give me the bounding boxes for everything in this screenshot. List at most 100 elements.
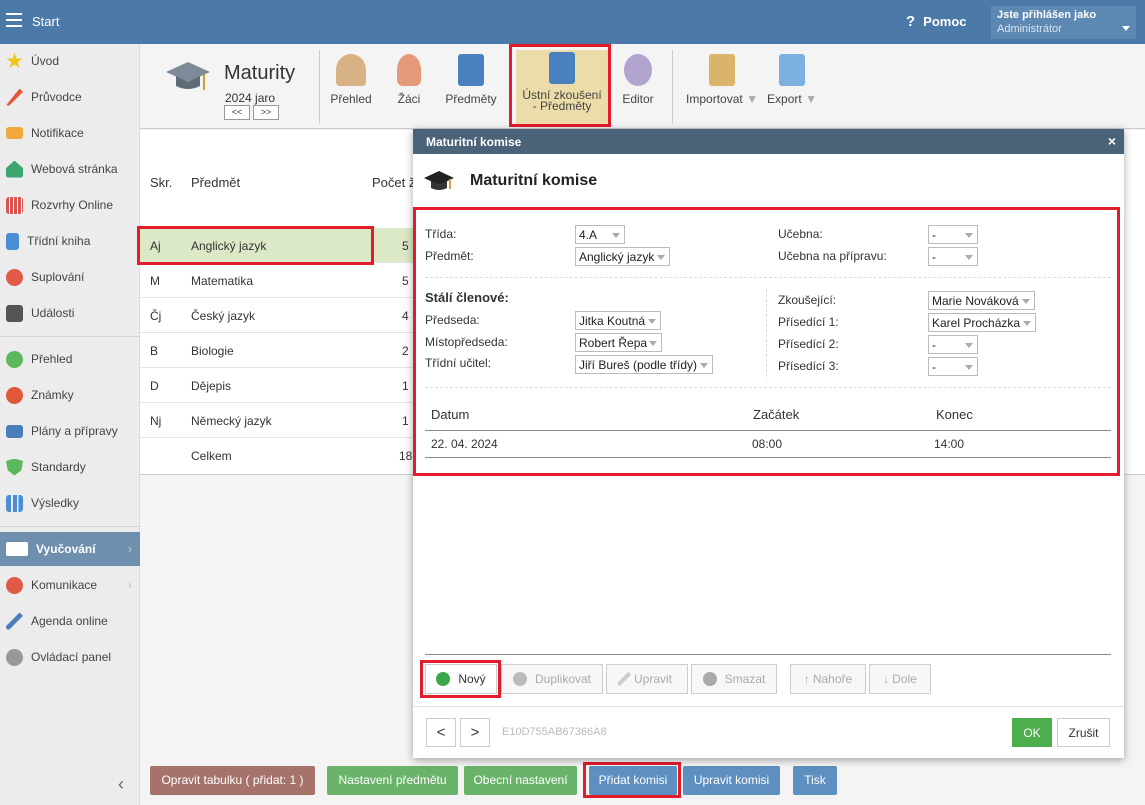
sidebar-item-rozvrhy[interactable]: Rozvrhy Online: [0, 188, 140, 222]
user-label: Jste přihlášen jako: [997, 9, 1097, 21]
highlight-pridat-komisi: [583, 762, 681, 798]
close-icon[interactable]: ×: [1108, 133, 1116, 149]
sidebar-item-prehled[interactable]: Přehled: [0, 342, 140, 376]
dropdown-caret-icon: ▼: [746, 92, 758, 106]
sidebar-item-udalosti[interactable]: Události: [0, 296, 140, 330]
wand-icon: [6, 88, 23, 106]
sidebar-item-agenda[interactable]: Agenda online: [0, 604, 140, 638]
tisk-button[interactable]: Tisk: [793, 766, 837, 795]
sidebar-item-komunikace[interactable]: Komunikace ›: [0, 568, 140, 602]
shield-icon: [6, 458, 23, 476]
upravit-button[interactable]: Upravit: [606, 664, 688, 694]
book-icon: [458, 54, 484, 86]
gear-icon: [6, 648, 23, 666]
duplikovat-button[interactable]: Duplikovat: [501, 664, 603, 694]
user-name: Administrátor: [997, 23, 1062, 35]
highlight-novy-button: [420, 660, 501, 698]
dialog-title: Maturitní komise: [470, 172, 598, 189]
sidebar-item-uvod[interactable]: Úvod: [0, 44, 140, 78]
zrusit-button[interactable]: Zrušit: [1057, 718, 1110, 747]
list-bottom-line: [425, 654, 1111, 655]
gears-icon: [624, 54, 652, 86]
sidebar-item-tridni-kniha[interactable]: Třídní kniha: [0, 224, 140, 258]
check-circle-icon: [6, 350, 23, 368]
ok-button[interactable]: OK: [1012, 718, 1052, 747]
sidebar-item-notifikace[interactable]: Notifikace: [0, 116, 140, 150]
student-icon: [397, 54, 421, 86]
highlight-form-area: [413, 207, 1120, 476]
table-row[interactable]: M Matematika 5: [140, 263, 413, 298]
prehled-button[interactable]: Přehled: [327, 52, 375, 122]
students-icon: [336, 54, 366, 86]
import-arrow-icon: [709, 54, 735, 86]
start-link[interactable]: Start: [32, 14, 59, 29]
period-label: 2024 jaro: [225, 91, 276, 105]
ribbon-divider: [319, 50, 320, 124]
sidebar-item-standardy[interactable]: Standardy: [0, 450, 140, 484]
zaci-button[interactable]: Žáci: [391, 52, 427, 122]
sidebar-item-znamky[interactable]: Známky: [0, 378, 140, 412]
arrow-down-icon: ↓: [883, 672, 890, 686]
table-row[interactable]: B Biologie 2: [140, 333, 413, 368]
chat-icon: [6, 576, 23, 594]
page-title: Maturity: [224, 62, 296, 84]
table-row[interactable]: Čj Český jazyk 4: [140, 298, 413, 333]
editor-button[interactable]: Editor: [620, 52, 656, 122]
opravit-tabulku-button[interactable]: Opravit tabulku ( přidat: 1 ): [150, 766, 315, 795]
column-header-pocet: Počet ž: [372, 175, 416, 190]
highlight-ustni-zkouseni: [509, 44, 611, 127]
table-row[interactable]: Nj Německý jazyk 1: [140, 403, 413, 438]
pencil-icon: [616, 671, 632, 687]
column-header-predmet: Předmět: [191, 175, 241, 190]
bar-chart-icon: [6, 494, 23, 512]
delete-icon: [702, 672, 717, 686]
calendar-grid-icon: [6, 196, 23, 214]
sidebar-item-webova-stranka[interactable]: Webová stránka: [0, 152, 140, 186]
table-total-row: Celkem 18: [191, 449, 413, 463]
nahore-button[interactable]: ↑ Nahoře: [790, 664, 866, 694]
next-period-button[interactable]: >>: [253, 105, 279, 120]
sidebar-item-vysledky[interactable]: Výsledky: [0, 486, 140, 520]
sidebar-item-plany[interactable]: Plány a přípravy: [0, 414, 140, 448]
obecni-nastaveni-button[interactable]: Obecní nastavení: [464, 766, 577, 795]
sidebar-item-pruvodce[interactable]: Průvodce: [0, 80, 140, 114]
graduation-cap-icon: [166, 62, 210, 90]
top-bar: Start ? Pomoc Jste přihlášen jako Adminis…: [0, 0, 1145, 44]
prev-button[interactable]: <: [426, 718, 456, 747]
briefcase-icon: [6, 424, 23, 438]
sidebar-item-vyucovani[interactable]: Vyučování ›: [0, 532, 140, 566]
highlight-selected-row: [137, 226, 374, 265]
importovat-button[interactable]: Importovat ▼: [685, 52, 759, 122]
question-icon: ?: [906, 13, 916, 30]
nastaveni-predmetu-button[interactable]: Nastavení předmětu: [327, 766, 458, 795]
sidebar-item-suplovani[interactable]: Suplování: [0, 260, 140, 294]
prev-period-button[interactable]: <<: [224, 105, 250, 120]
dole-button[interactable]: ↓ Dole: [869, 664, 931, 694]
footer-divider: [413, 706, 1124, 707]
pen-icon: [6, 612, 23, 630]
upravit-komisi-button[interactable]: Upravit komisi: [683, 766, 780, 795]
open-book-icon: [6, 542, 28, 556]
collapse-sidebar-icon[interactable]: ‹: [118, 774, 124, 795]
dialog-header: Maturitní komise ×: [413, 129, 1124, 154]
home-icon: [6, 160, 23, 178]
sidebar-divider: [0, 336, 140, 337]
predmety-button[interactable]: Předměty: [443, 52, 499, 122]
ribbon-toolbar: Maturity 2024 jaro << >> Přehled Žáci Př…: [140, 44, 1145, 129]
sidebar: Úvod Průvodce Notifikace Webová stránka …: [0, 44, 140, 805]
next-button[interactable]: >: [460, 718, 490, 747]
user-dropdown[interactable]: Jste přihlášen jako Administrátor: [991, 6, 1136, 39]
sidebar-item-ovladaci-panel[interactable]: Ovládací panel: [0, 640, 140, 674]
record-code: E10D755AB67366A8: [502, 726, 607, 738]
table-row[interactable]: D Dějepis 1: [140, 368, 413, 403]
export-button[interactable]: Export ▼: [766, 52, 818, 122]
book-icon: [6, 232, 19, 250]
menu-icon[interactable]: [6, 13, 22, 27]
events-calendar-icon: [6, 304, 23, 322]
help-link[interactable]: ? Pomoc: [906, 13, 967, 30]
smazat-button[interactable]: Smazat: [691, 664, 777, 694]
arrow-up-icon: ↑: [803, 672, 810, 686]
grade-icon: [6, 386, 23, 404]
column-header-skr: Skr.: [150, 175, 173, 190]
star-icon: [6, 52, 23, 68]
